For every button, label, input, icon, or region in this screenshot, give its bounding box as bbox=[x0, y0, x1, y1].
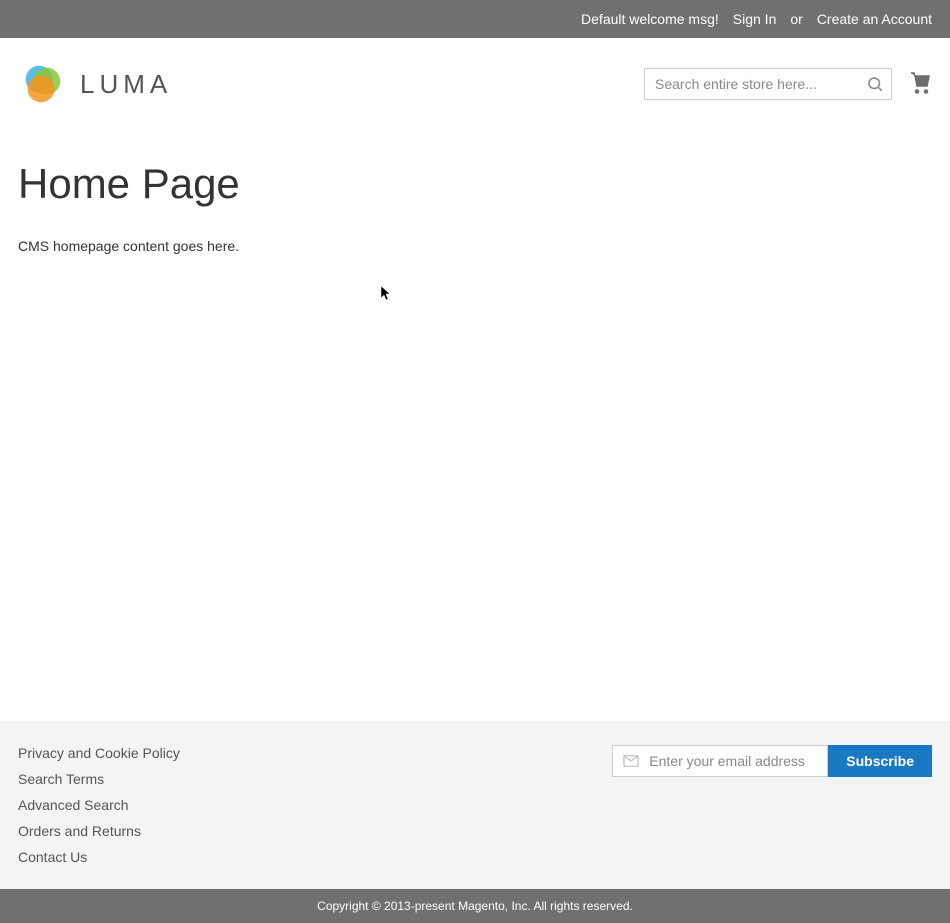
or-separator: or bbox=[790, 11, 802, 27]
cart-icon[interactable] bbox=[908, 72, 932, 96]
copyright-text: Copyright © 2013-present Magento, Inc. A… bbox=[317, 899, 633, 913]
top-bar: Default welcome msg! Sign In or Create a… bbox=[0, 0, 950, 38]
footer: Privacy and Cookie Policy Search Terms A… bbox=[0, 721, 950, 889]
header: LUMA bbox=[0, 38, 950, 130]
create-account-link[interactable]: Create an Account bbox=[817, 11, 932, 27]
copyright-bar: Copyright © 2013-present Magento, Inc. A… bbox=[0, 889, 950, 923]
search-icon[interactable] bbox=[866, 75, 884, 93]
email-icon bbox=[622, 754, 640, 768]
main-content: Home Page CMS homepage content goes here… bbox=[0, 130, 950, 721]
footer-link-privacy[interactable]: Privacy and Cookie Policy bbox=[18, 745, 180, 761]
search-input[interactable] bbox=[644, 68, 892, 100]
subscribe-button[interactable]: Subscribe bbox=[828, 745, 932, 777]
welcome-message: Default welcome msg! bbox=[581, 11, 719, 27]
newsletter-form: Subscribe bbox=[612, 745, 932, 777]
sign-in-link[interactable]: Sign In bbox=[733, 11, 777, 27]
mouse-cursor-icon bbox=[380, 285, 396, 301]
footer-link-orders-returns[interactable]: Orders and Returns bbox=[18, 823, 180, 839]
newsletter-email-input[interactable] bbox=[612, 745, 828, 777]
search-box bbox=[644, 68, 892, 100]
footer-link-search-terms[interactable]: Search Terms bbox=[18, 771, 180, 787]
logo-text: LUMA bbox=[80, 69, 172, 100]
luma-logo-icon bbox=[18, 60, 66, 108]
page-title: Home Page bbox=[18, 160, 932, 208]
header-right bbox=[644, 68, 932, 100]
cms-content: CMS homepage content goes here. bbox=[18, 238, 932, 254]
logo[interactable]: LUMA bbox=[18, 60, 172, 108]
footer-links: Privacy and Cookie Policy Search Terms A… bbox=[18, 745, 180, 865]
footer-link-contact[interactable]: Contact Us bbox=[18, 849, 180, 865]
footer-link-advanced-search[interactable]: Advanced Search bbox=[18, 797, 180, 813]
